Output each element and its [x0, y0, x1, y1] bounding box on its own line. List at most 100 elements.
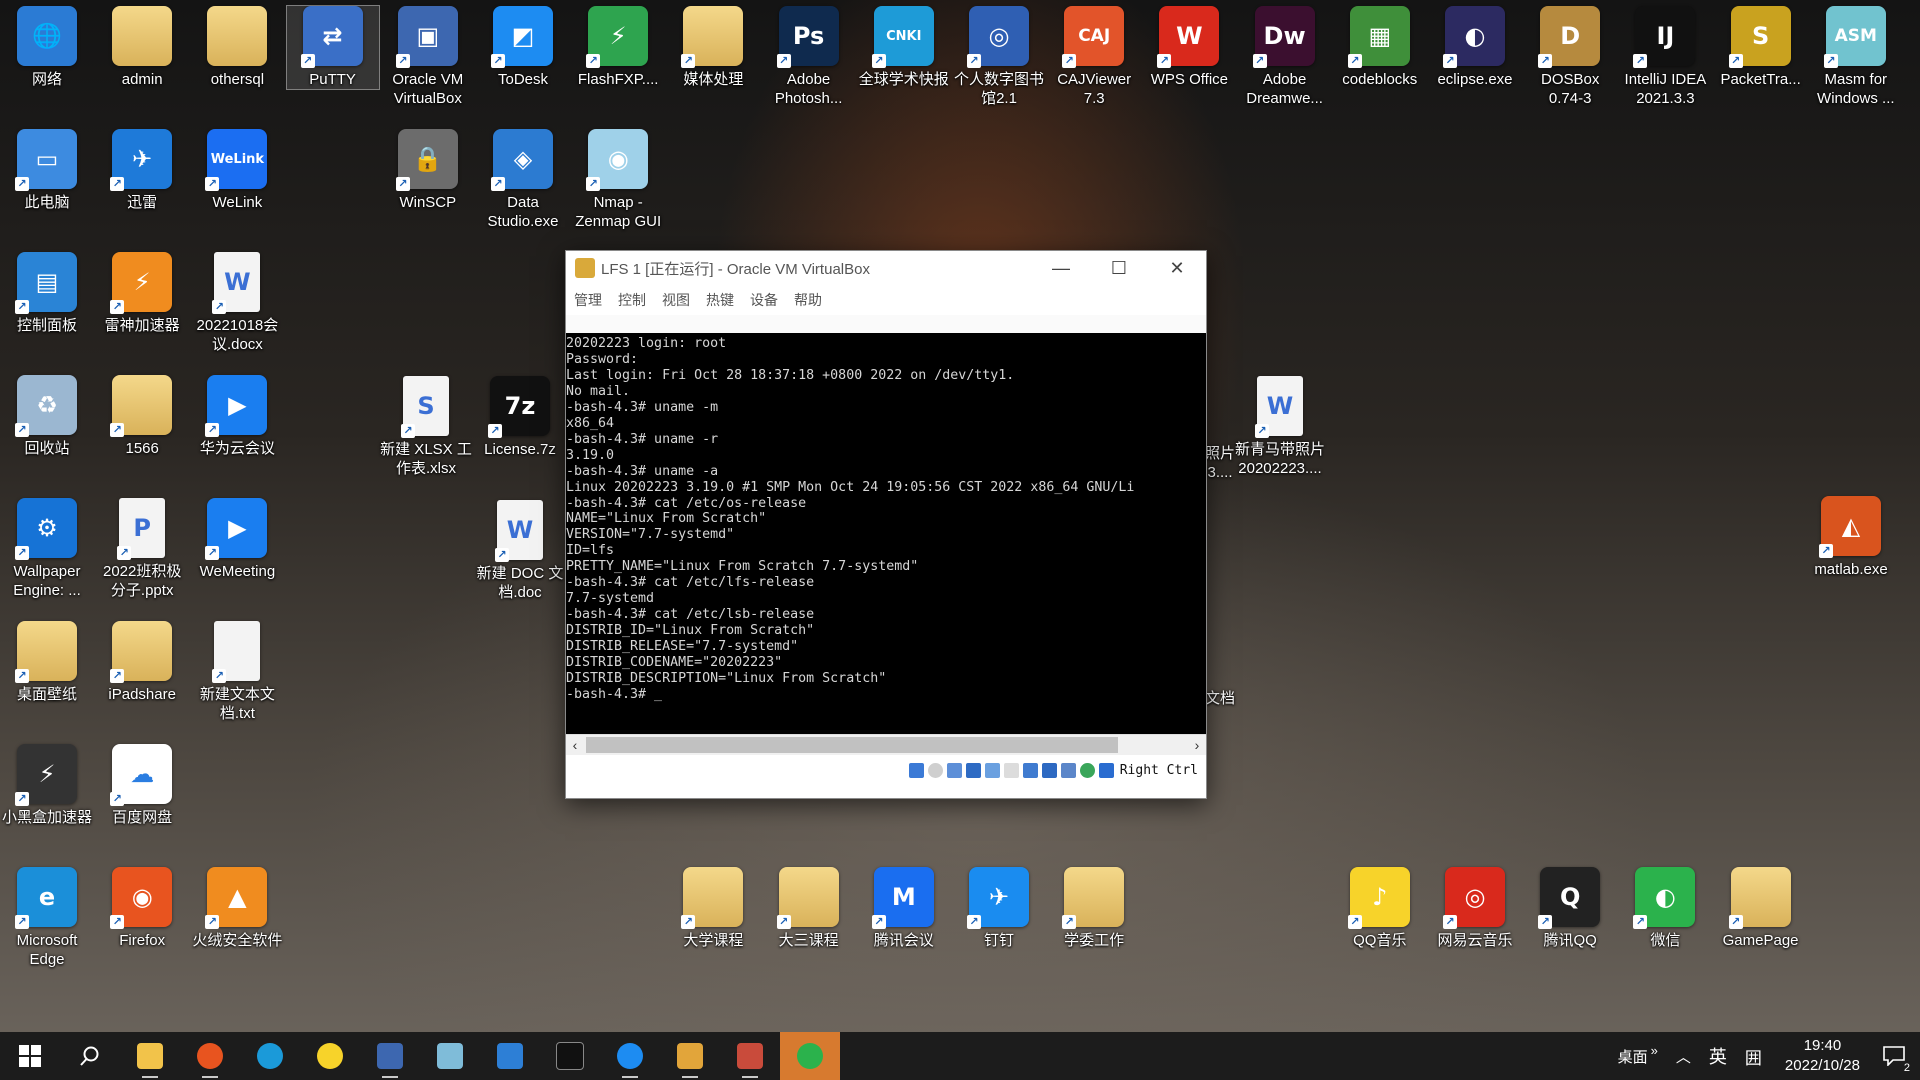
- desktop-icon[interactable]: ↗ 媒体处理: [667, 6, 759, 89]
- taskbar-putty[interactable]: [720, 1032, 780, 1080]
- optical-drive-icon[interactable]: [927, 762, 943, 778]
- desktop-icon[interactable]: ◭ ↗ matlab.exe: [1805, 496, 1897, 579]
- desktop-icon[interactable]: Q ↗ 腾讯QQ: [1524, 867, 1616, 950]
- virtualbox-window[interactable]: LFS 1 [正在运行] - Oracle VM VirtualBox — ☐ …: [565, 250, 1207, 799]
- desktop-icon[interactable]: W ↗ WPS Office: [1143, 6, 1235, 89]
- guest-additions-icon[interactable]: [1079, 762, 1095, 778]
- desktop-icon[interactable]: ✈ ↗ 钉钉: [953, 867, 1045, 950]
- desktop-icon[interactable]: ▶ ↗ 华为云会议: [191, 375, 283, 458]
- taskbar-cajviewer[interactable]: [660, 1032, 720, 1080]
- shared-folder-icon[interactable]: [1003, 762, 1019, 778]
- desktop-icon[interactable]: othersql: [191, 6, 283, 89]
- scroll-left-arrow[interactable]: ‹: [566, 737, 584, 753]
- notification-center-button[interactable]: 2: [1874, 1032, 1914, 1080]
- horizontal-scrollbar[interactable]: ‹ ›: [566, 734, 1206, 755]
- window-titlebar[interactable]: LFS 1 [正在运行] - Oracle VM VirtualBox — ☐ …: [566, 251, 1206, 285]
- minimize-button[interactable]: —: [1032, 251, 1090, 285]
- network-icon[interactable]: [965, 762, 981, 778]
- desktop-icon[interactable]: ↗ 1566: [96, 375, 188, 458]
- desktop-icon[interactable]: ASM ↗ Masm for Windows ...: [1810, 6, 1902, 108]
- desktop-icon[interactable]: ↗ 桌面壁纸: [1, 621, 93, 704]
- desktop-icon[interactable]: M ↗ 腾讯会议: [858, 867, 950, 950]
- taskbar-edge[interactable]: [240, 1032, 300, 1080]
- desktop-icon[interactable]: ↗ 学委工作: [1048, 867, 1140, 950]
- taskbar-file-explorer[interactable]: [120, 1032, 180, 1080]
- desktop-icon[interactable]: CAJ ↗ CAJViewer 7.3: [1048, 6, 1140, 108]
- desktop-icon[interactable]: 🌐 网络: [1, 6, 93, 89]
- menu-hotkey[interactable]: 热键: [706, 290, 734, 310]
- desktop-icon[interactable]: W ↗ 新建 DOC 文 档.doc: [474, 500, 566, 602]
- close-button[interactable]: ✕: [1148, 251, 1206, 285]
- desktop-icon[interactable]: 7z ↗ License.7z: [474, 376, 566, 459]
- taskbar-notepad[interactable]: [420, 1032, 480, 1080]
- desktop-icon[interactable]: W ↗ 新青马带照片 20202223....: [1234, 376, 1326, 478]
- desktop-icon[interactable]: W ↗ 20221018会 议.docx: [191, 252, 283, 354]
- desktop-icon[interactable]: ▶ ↗ WeMeeting: [191, 498, 283, 581]
- desktop-icon[interactable]: ◎ ↗ 个人数字图书 馆2.1: [953, 6, 1045, 108]
- show-hidden-icons-chevron-icon[interactable]: ︿: [1676, 1046, 1691, 1067]
- desktop-icon[interactable]: ◐ ↗ 微信: [1619, 867, 1711, 950]
- desktop-icon[interactable]: admin: [96, 6, 188, 89]
- desktop-icon[interactable]: P ↗ 2022班积极 分子.pptx: [96, 498, 188, 600]
- desktop-icon[interactable]: ◉ ↗ Firefox: [96, 867, 188, 950]
- desktop-icon[interactable]: ▣ ↗ Oracle VM VirtualBox: [382, 6, 474, 108]
- taskbar-photos[interactable]: [480, 1032, 540, 1080]
- desktop-icon[interactable]: ◎ ↗ 网易云音乐: [1429, 867, 1521, 950]
- desktop-icon[interactable]: ⚙ ↗ Wallpaper Engine: ...: [1, 498, 93, 600]
- ime-language-indicator[interactable]: 英: [1709, 1043, 1727, 1069]
- desktop-icon[interactable]: ▲ ↗ 火绒安全软件: [191, 867, 283, 950]
- desktop-icon[interactable]: ⚡ ↗ FlashFXP....: [572, 6, 664, 89]
- menu-manage[interactable]: 管理: [574, 290, 602, 310]
- desktop-icon[interactable]: D ↗ DOSBox 0.74-3: [1524, 6, 1616, 108]
- taskbar-wechat[interactable]: [780, 1032, 840, 1080]
- desktop-icon[interactable]: IJ ↗ IntelliJ IDEA 2021.3.3: [1619, 6, 1711, 108]
- usb-icon[interactable]: [984, 762, 1000, 778]
- desktop-icon[interactable]: ☁ ↗ 百度网盘: [96, 744, 188, 827]
- clock[interactable]: 19:40 2022/10/28: [1785, 1036, 1860, 1076]
- taskbar-terminal[interactable]: [540, 1032, 600, 1080]
- display-icon[interactable]: [1022, 762, 1038, 778]
- desktop-icon[interactable]: ▤ ↗ 控制面板: [1, 252, 93, 335]
- desktop-icon[interactable]: CNKI ↗ 全球学术快报: [858, 6, 950, 89]
- desktop-toolbar-label[interactable]: 桌面: [1618, 1046, 1648, 1067]
- taskbar-todesk[interactable]: [600, 1032, 660, 1080]
- desktop-icon[interactable]: 🔒 ↗ WinSCP: [382, 129, 474, 212]
- recording-icon[interactable]: [1041, 762, 1057, 778]
- menu-control[interactable]: 控制: [618, 290, 646, 310]
- desktop-icon[interactable]: ↗ 大学课程: [667, 867, 759, 950]
- mouse-capture-icon[interactable]: [1098, 762, 1114, 778]
- menu-view[interactable]: 视图: [662, 290, 690, 310]
- toolbar-expand-icon[interactable]: »: [1651, 1043, 1658, 1058]
- desktop-icon[interactable]: e ↗ Microsoft Edge: [1, 867, 93, 969]
- desktop-icon[interactable]: S ↗ 新建 XLSX 工 作表.xlsx: [380, 376, 472, 478]
- desktop-icon[interactable]: WeLink ↗ WeLink: [191, 129, 283, 212]
- cpu-icon[interactable]: [1060, 762, 1076, 778]
- desktop-icon[interactable]: ♪ ↗ QQ音乐: [1334, 867, 1426, 950]
- search-button[interactable]: [60, 1032, 120, 1080]
- desktop-icon[interactable]: ◩ ↗ ToDesk: [477, 6, 569, 89]
- maximize-button[interactable]: ☐: [1090, 251, 1148, 285]
- menu-help[interactable]: 帮助: [794, 290, 822, 310]
- scroll-thumb[interactable]: [586, 737, 1118, 753]
- vm-console[interactable]: 20202223 login: root Password: Last login:…: [566, 333, 1206, 734]
- desktop-icon[interactable]: ◐ ↗ eclipse.exe: [1429, 6, 1521, 89]
- desktop-icon[interactable]: ↗ iPadshare: [96, 621, 188, 704]
- desktop-icon[interactable]: ↗ 大三课程: [763, 867, 855, 950]
- ime-keyboard-icon[interactable]: 囲: [1745, 1044, 1762, 1069]
- desktop-icon[interactable]: ↗ 新建文本文 档.txt: [191, 621, 283, 723]
- desktop-icon[interactable]: ⚡ ↗ 雷神加速器: [96, 252, 188, 335]
- desktop-icon[interactable]: ◈ ↗ Data Studio.exe: [477, 129, 569, 231]
- taskbar-virtualbox[interactable]: [360, 1032, 420, 1080]
- scroll-right-arrow[interactable]: ›: [1188, 737, 1206, 753]
- desktop-icon[interactable]: ⇄ ↗ PuTTY: [285, 5, 380, 90]
- audio-icon[interactable]: [946, 762, 962, 778]
- start-button[interactable]: [0, 1032, 60, 1080]
- desktop-icon[interactable]: Ps ↗ Adobe Photosh...: [763, 6, 855, 108]
- desktop-icon[interactable]: ⚡ ↗ 小黑盒加速器: [1, 744, 93, 827]
- taskbar-firefox[interactable]: [180, 1032, 240, 1080]
- desktop-icon[interactable]: ▭ ↗ 此电脑: [1, 129, 93, 212]
- desktop-icon[interactable]: ▦ ↗ codeblocks: [1334, 6, 1426, 89]
- desktop-icon[interactable]: ◉ ↗ Nmap - Zenmap GUI: [572, 129, 664, 231]
- desktop-icon[interactable]: ✈ ↗ 迅雷: [96, 129, 188, 212]
- desktop-icon[interactable]: S ↗ PacketTra...: [1715, 6, 1807, 89]
